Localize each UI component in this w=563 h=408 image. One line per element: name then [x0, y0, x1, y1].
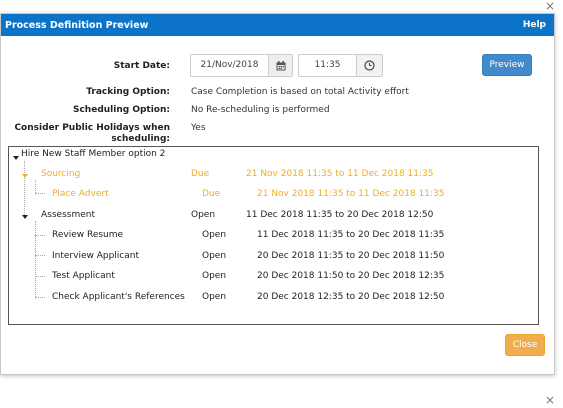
tree-node-status: Open: [202, 271, 227, 281]
tree-node-status: Open: [202, 230, 227, 240]
calendar-icon: [276, 60, 285, 70]
tree-connector-line: [35, 255, 45, 256]
start-date-input[interactable]: 21/Nov/2018: [190, 54, 268, 77]
tree-connector-line: [35, 193, 45, 194]
tree-node-range: 11 Dec 2018 11:35 to 20 Dec 2018 12:50: [246, 210, 434, 220]
clock-button[interactable]: [356, 54, 383, 77]
public-holidays-label-line2: scheduling:: [111, 134, 170, 144]
tree-node-range: 20 Dec 2018 11:35 to 20 Dec 2018 11:50: [257, 251, 445, 261]
tree-node-range: 20 Dec 2018 11:50 to 20 Dec 2018 12:35: [257, 271, 445, 281]
outer-close-icon[interactable]: ×: [545, 0, 555, 12]
tree-node-range: 20 Dec 2018 12:35 to 20 Dec 2018 12:50: [257, 292, 445, 302]
expand-caret-icon[interactable]: [13, 156, 19, 160]
tree-connector-line: [35, 235, 45, 236]
process-definition-preview-dialog: Process Definition Preview Help Start Da…: [0, 13, 555, 375]
tree-node-name[interactable]: Review Resume: [52, 229, 123, 241]
scheduling-option-label: Scheduling Option:: [72, 105, 170, 115]
tree-node-status: Open: [202, 251, 227, 261]
tree-node-name[interactable]: Assessment: [41, 209, 95, 221]
tree-node-status: Open: [191, 210, 216, 220]
scheduling-option-value: No Re-scheduling is performed: [191, 105, 330, 115]
tree-node-name[interactable]: Test Applicant: [52, 270, 115, 282]
tree-node-status: Open: [202, 292, 227, 302]
tree-connector-line: [35, 221, 36, 297]
tree-node-name[interactable]: Check Applicant's References: [52, 291, 185, 303]
dialog-title: Process Definition Preview: [5, 19, 149, 31]
assessment-caret-icon[interactable]: [22, 215, 28, 219]
start-time-input[interactable]: 11:35: [298, 54, 356, 77]
tracking-option-label: Tracking Option:: [86, 87, 170, 97]
tree-connector-line: [24, 161, 25, 215]
sourcing-caret-icon[interactable]: [22, 174, 28, 178]
tree-node-name[interactable]: Sourcing: [41, 168, 80, 180]
start-date-label: Start Date:: [113, 61, 170, 71]
help-link[interactable]: Help: [523, 20, 546, 30]
public-holidays-value: Yes: [191, 123, 206, 133]
tree-node-name[interactable]: Place Advert: [52, 188, 109, 200]
calendar-button[interactable]: [268, 54, 293, 77]
close-button[interactable]: Close: [505, 334, 545, 356]
tree-node-range: 21 Nov 2018 11:35 to 11 Dec 2018 11:35: [257, 189, 445, 199]
tree-node-range: 21 Nov 2018 11:35 to 11 Dec 2018 11:35: [246, 169, 434, 179]
dialog-titlebar: Process Definition Preview Help: [1, 14, 554, 36]
clock-icon: [364, 60, 375, 71]
process-tree: Hire New Staff Member option 2 Sourcing …: [8, 146, 539, 325]
tree-root-label: Hire New Staff Member option 2: [21, 149, 166, 159]
tree-connector-line: [35, 297, 45, 298]
tree-connector-line: [35, 276, 45, 277]
tree-connector-line: [35, 180, 36, 193]
preview-button[interactable]: Preview: [482, 54, 532, 76]
tracking-option-value: Case Completion is based on total Activi…: [191, 87, 409, 97]
tree-node-range: 11 Dec 2018 11:35 to 20 Dec 2018 11:35: [257, 230, 445, 240]
outer-close-bottom-icon[interactable]: ×: [545, 394, 555, 406]
tree-node-name[interactable]: Interview Applicant: [52, 250, 139, 262]
tree-node-status: Due: [191, 169, 210, 179]
tree-node-status: Due: [202, 189, 221, 199]
